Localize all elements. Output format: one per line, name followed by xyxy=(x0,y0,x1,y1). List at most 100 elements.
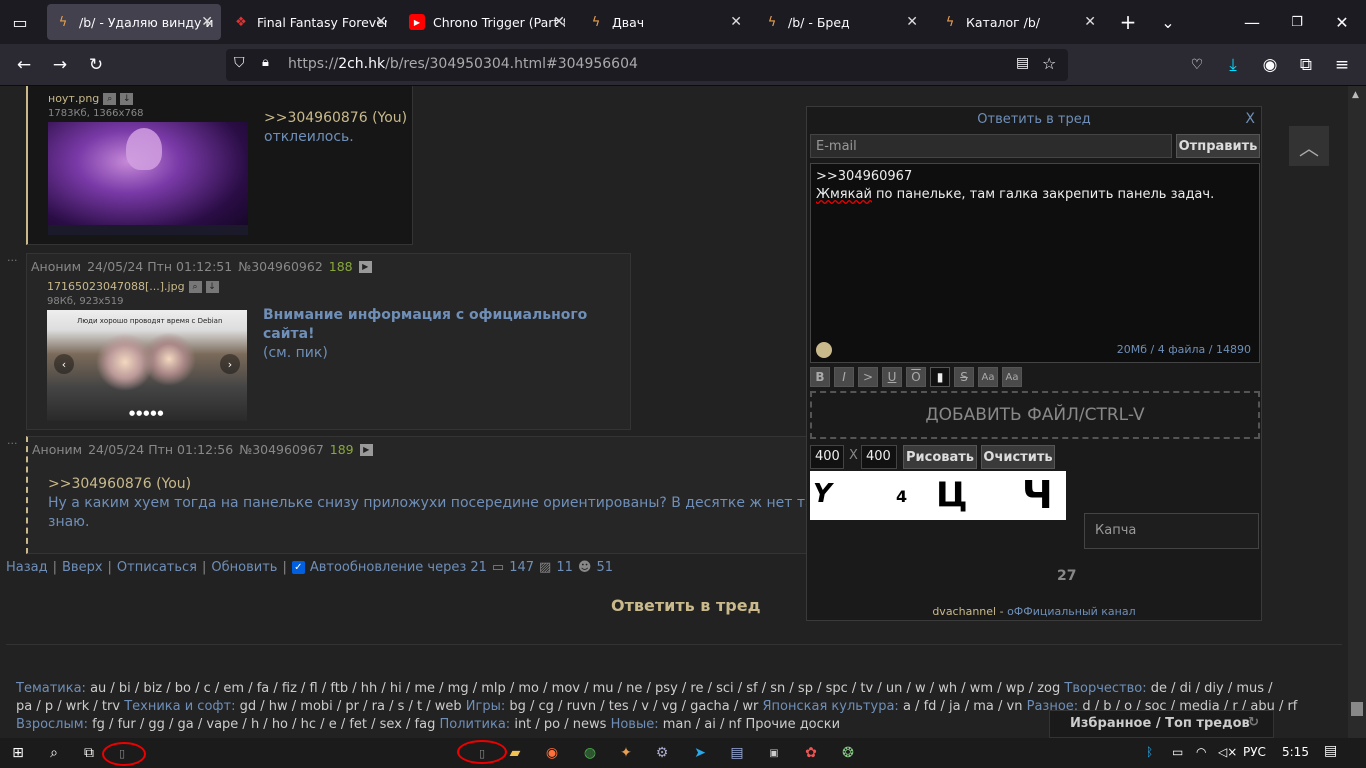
close-tab-icon[interactable]: ✕ xyxy=(201,14,213,30)
close-tab-icon[interactable]: ✕ xyxy=(553,14,565,30)
tab-b-bred[interactable]: ϟ /b/ - Бред ✕ xyxy=(756,4,926,40)
up-link[interactable]: Вверх xyxy=(62,560,103,575)
captcha-input[interactable]: Капча xyxy=(1084,513,1259,549)
chevron-down-icon[interactable]: ⌄ xyxy=(1154,8,1182,36)
board-links[interactable]: pa / p / wrk / trv xyxy=(16,699,120,714)
subscript-button[interactable]: Aa xyxy=(1002,367,1022,387)
draw-width-input[interactable]: 400 xyxy=(810,445,844,469)
reply-link[interactable]: >>304960876 (You) xyxy=(264,110,407,126)
shield-icon[interactable]: ⛉ xyxy=(234,55,245,71)
scrollbar-thumb[interactable] xyxy=(1351,702,1363,716)
file-link[interactable]: 17165023047088[...].jpg xyxy=(47,280,185,293)
thumbnail-image[interactable]: Люди хорошо проводят время с Debian ‹ › … xyxy=(47,310,247,421)
close-tab-icon[interactable]: ✕ xyxy=(1084,14,1096,30)
autorefresh-label[interactable]: Автообновление через 21 xyxy=(310,560,487,575)
autorefresh-checkbox[interactable]: ✓ xyxy=(291,561,305,574)
bluetooth-icon[interactable]: ᛒ xyxy=(1146,745,1153,759)
extensions-icon[interactable]: ⧉ xyxy=(1292,51,1320,79)
close-form-button[interactable]: X xyxy=(1245,111,1255,127)
other-boards-link[interactable]: Прочие доски xyxy=(745,717,840,732)
chevron-left-icon[interactable]: ‹ xyxy=(54,354,74,374)
strike-button[interactable]: S xyxy=(954,367,974,387)
bold-button[interactable]: B xyxy=(810,367,830,387)
tab-list-icon[interactable]: ▭ xyxy=(6,8,34,36)
back-icon[interactable]: ← xyxy=(10,51,38,79)
chevron-right-icon[interactable]: › xyxy=(220,354,240,374)
close-tab-icon[interactable]: ✕ xyxy=(375,14,387,30)
volume-icon[interactable]: ◁× xyxy=(1218,745,1237,759)
email-field[interactable]: E-mail xyxy=(810,134,1172,158)
chrome-icon[interactable]: ◍ xyxy=(580,743,600,763)
download-icon[interactable]: ⤓ xyxy=(1219,51,1247,79)
reader-view-icon[interactable]: ▤ xyxy=(1016,55,1029,71)
minimize-icon[interactable]: — xyxy=(1238,8,1266,36)
tab-catalog[interactable]: ϟ Каталог /b/ ✕ xyxy=(934,4,1104,40)
overline-button[interactable]: O xyxy=(906,367,926,387)
search-icon[interactable]: ⌕ xyxy=(103,92,117,105)
board-links[interactable]: int / po / news xyxy=(514,717,606,732)
file-explorer-icon[interactable]: ▰ xyxy=(505,743,525,763)
bookmark-star-icon[interactable]: ☆ xyxy=(1042,54,1056,73)
post-id[interactable]: №304960967 xyxy=(239,442,324,457)
telegram-icon[interactable]: ➤ xyxy=(690,743,710,763)
download-icon[interactable]: ↓ xyxy=(205,280,219,293)
steam-icon[interactable]: ⚙ xyxy=(652,743,672,763)
address-bar[interactable]: ⛉ 🔒︎ https://2ch.hk/b/res/304950304.html… xyxy=(226,49,1068,81)
draw-height-input[interactable]: 400 xyxy=(861,445,897,469)
terminal-icon[interactable]: ▣ xyxy=(764,743,784,763)
board-links[interactable]: bg / cg / ruvn / tes / v / vg / gacha / … xyxy=(509,699,758,714)
channel-link[interactable]: оФФициальный канал xyxy=(1007,605,1136,618)
firefox-icon[interactable]: ◉ xyxy=(542,743,562,763)
app-icon[interactable]: ❂ xyxy=(838,743,858,763)
add-file-dropzone[interactable]: ДОБАВИТЬ ФАЙЛ/CTRL-V xyxy=(810,391,1260,439)
windows-start-icon[interactable]: ⊞ xyxy=(8,743,28,763)
spoiler-button[interactable]: ▮ xyxy=(930,367,950,387)
file-link[interactable]: ноут.png xyxy=(48,92,99,105)
tab-dvach[interactable]: ϟ Двач ✕ xyxy=(580,4,750,40)
close-tab-icon[interactable]: ✕ xyxy=(906,14,918,30)
clear-button[interactable]: Очистить xyxy=(981,445,1055,469)
draw-button[interactable]: Рисовать xyxy=(903,445,977,469)
reload-icon[interactable]: ↻ xyxy=(82,51,110,79)
board-links[interactable]: gd / hw / mobi / pr / ra / s / t / web xyxy=(240,699,462,714)
new-tab-icon[interactable]: + xyxy=(1114,8,1142,36)
close-tab-icon[interactable]: ✕ xyxy=(730,14,742,30)
reply-link[interactable]: >>304960876 (You) xyxy=(48,476,191,492)
page-scrollbar[interactable]: ▲ xyxy=(1348,86,1366,738)
favorites-bar[interactable]: Избранное / Топ тредов ↻ xyxy=(1049,710,1274,738)
sticker-icon[interactable] xyxy=(816,342,832,358)
battery-icon[interactable]: ▭ xyxy=(1172,745,1183,759)
app-icon[interactable]: ✿ xyxy=(801,743,821,763)
superscript-button[interactable]: Aa xyxy=(978,367,998,387)
tab-ffforever[interactable]: ❖ Final Fantasy Forever : ✕ xyxy=(225,4,395,40)
task-view-icon[interactable]: ⧉ xyxy=(79,743,99,763)
download-icon[interactable]: ↓ xyxy=(120,92,134,105)
language-indicator[interactable]: РУС xyxy=(1243,745,1266,759)
wifi-icon[interactable]: ◠ xyxy=(1196,745,1206,759)
forward-icon[interactable]: → xyxy=(46,51,74,79)
lock-icon[interactable]: 🔒︎ xyxy=(262,55,269,70)
menu-icon[interactable]: ≡ xyxy=(1328,51,1356,79)
back-link[interactable]: Назад xyxy=(6,560,48,575)
reply-thread-link[interactable]: Ответить в тред xyxy=(611,596,761,615)
unsubscribe-link[interactable]: Отписаться xyxy=(117,560,197,575)
play-icon[interactable]: ▶ xyxy=(358,260,372,273)
board-links[interactable]: man / ai / nf xyxy=(663,717,742,732)
clock[interactable]: 5:15 xyxy=(1282,745,1309,759)
refresh-link[interactable]: Обновить xyxy=(211,560,277,575)
app-icon[interactable]: ✦ xyxy=(616,743,636,763)
message-textarea[interactable]: >>304960967 Жмякай по панельке, там галк… xyxy=(810,163,1260,363)
underline-button[interactable]: U xyxy=(882,367,902,387)
quote-button[interactable]: > xyxy=(858,367,878,387)
search-icon[interactable]: ⌕ xyxy=(44,743,64,763)
notifications-icon[interactable]: ▤ xyxy=(1324,743,1337,759)
notepad-icon[interactable]: ▤ xyxy=(727,743,747,763)
pocket-icon[interactable]: ♡ xyxy=(1183,51,1211,79)
captcha-image[interactable]: Y 4 Ц Ч xyxy=(810,471,1066,520)
search-icon[interactable]: ⌕ xyxy=(188,280,202,293)
board-links[interactable]: a / fd / ja / ma / vn xyxy=(903,699,1023,714)
close-window-icon[interactable]: ✕ xyxy=(1328,8,1356,36)
board-links[interactable]: de / di / diy / mus / xyxy=(1151,681,1273,696)
italic-button[interactable]: I xyxy=(834,367,854,387)
thumbnail-image[interactable] xyxy=(48,122,248,235)
